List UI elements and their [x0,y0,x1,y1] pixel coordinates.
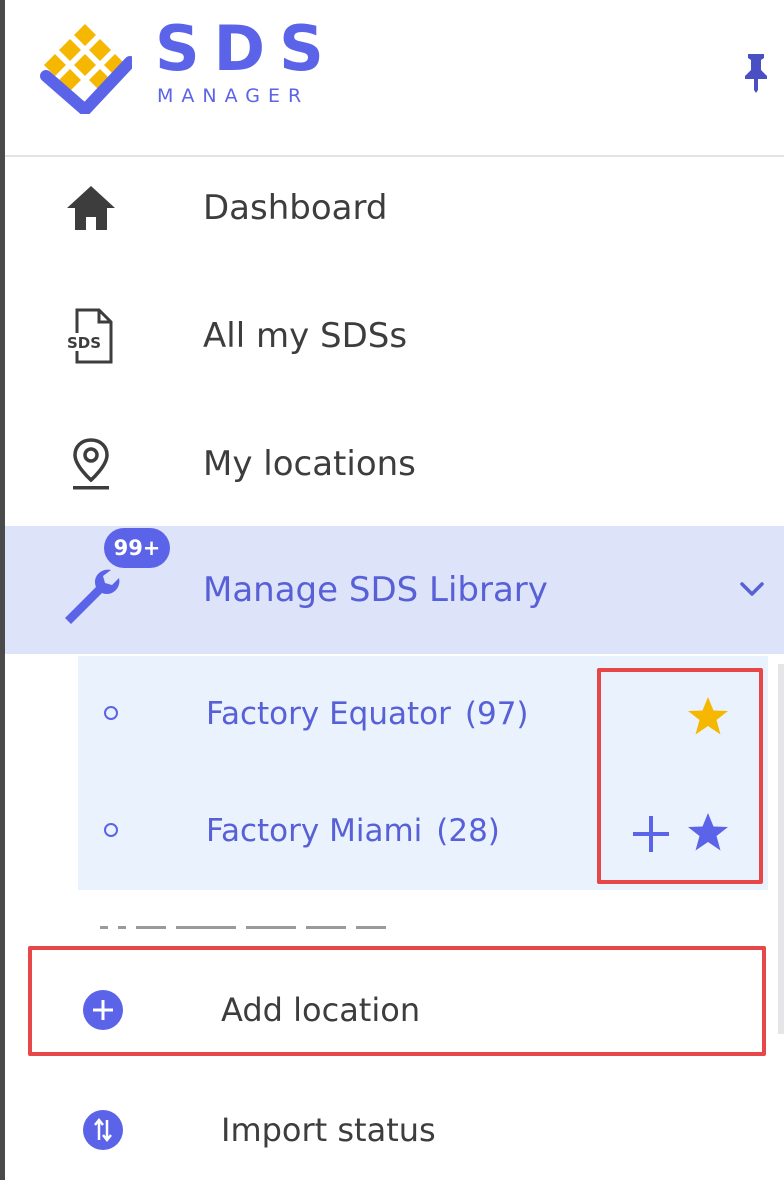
notification-badge: 99+ [104,528,170,568]
location-count: (28) [436,813,500,849]
clipped-text-fragment [100,926,450,934]
import-status-item[interactable]: Import status [5,1080,784,1180]
nav-label-manage-sds-library: Manage SDS Library [203,570,548,610]
nav-item-my-locations[interactable]: My locations [5,400,784,528]
location-name: Factory Miami [206,813,423,849]
import-status-icon [83,1110,123,1150]
nav-item-all-sdss[interactable]: SDS All my SDSs [5,272,784,400]
brand-subtitle: MANAGER [157,85,310,107]
home-icon [67,186,115,230]
wrench-icon [65,569,120,624]
location-count: (97) [464,696,529,732]
sds-logo-icon[interactable] [38,22,132,114]
nav-label-all-sdss: All my SDSs [203,316,408,356]
nav-label-dashboard: Dashboard [203,188,388,228]
bullet-icon [104,706,118,720]
bullet-icon [104,823,118,837]
chevron-down-icon[interactable] [735,577,769,601]
svg-text:SDS: SDS [67,334,101,352]
highlight-box-add-location [28,946,766,1056]
nav-label-my-locations: My locations [203,444,416,484]
pin-icon[interactable] [736,50,776,94]
location-name: Factory Equator [206,696,451,732]
sds-document-icon: SDS [63,308,113,364]
highlight-box-favorites [597,668,763,884]
nav-item-dashboard[interactable]: Dashboard [5,144,784,272]
location-pin-icon [73,438,109,490]
import-status-label: Import status [221,1111,436,1149]
brand-name: SDS [155,12,338,85]
